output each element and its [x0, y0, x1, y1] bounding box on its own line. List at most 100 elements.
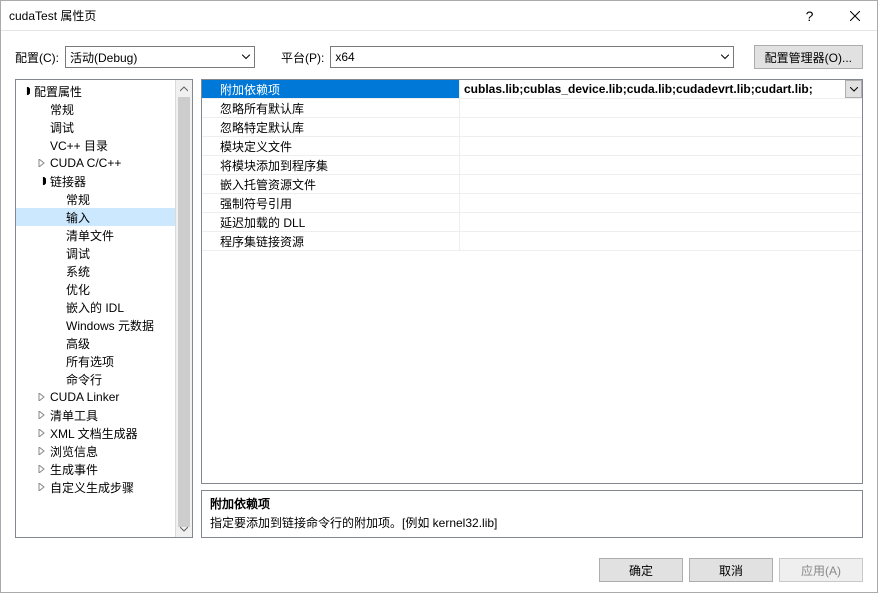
tree[interactable]: 配置属性常规调试VC++ 目录CUDA C/C++链接器常规输入清单文件调试系统… [16, 80, 175, 537]
property-name: 附加依赖项 [202, 80, 460, 98]
tree-item-label: Windows 元数据 [64, 317, 154, 334]
tree-item[interactable]: 清单工具 [16, 406, 175, 424]
config-value: 活动(Debug) [70, 49, 137, 66]
tree-item-label: CUDA C/C++ [48, 156, 121, 170]
tree-panel: 配置属性常规调试VC++ 目录CUDA C/C++链接器常规输入清单文件调试系统… [15, 79, 193, 538]
property-name: 忽略所有默认库 [202, 99, 460, 117]
tree-item[interactable]: 调试 [16, 118, 175, 136]
property-row[interactable]: 将模块添加到程序集 [202, 156, 862, 175]
tree-item[interactable]: 优化 [16, 280, 175, 298]
tree-item[interactable]: CUDA Linker [16, 388, 175, 406]
tree-item[interactable]: CUDA C/C++ [16, 154, 175, 172]
property-value[interactable] [460, 156, 862, 174]
tree-item-label: 清单工具 [48, 407, 98, 424]
tree-item-label: 嵌入的 IDL [64, 299, 124, 316]
dialog-window: cudaTest 属性页 ? 配置(C): 活动(Debug) 平台(P): x… [0, 0, 878, 593]
property-name: 模块定义文件 [202, 137, 460, 155]
triangle-right-icon [36, 447, 48, 455]
tree-item[interactable]: 系统 [16, 262, 175, 280]
property-row[interactable]: 忽略所有默认库 [202, 99, 862, 118]
config-manager-button[interactable]: 配置管理器(O)... [754, 45, 863, 69]
tree-item-label: CUDA Linker [48, 390, 119, 404]
tree-item-label: 浏览信息 [48, 443, 98, 460]
tree-item[interactable]: 常规 [16, 190, 175, 208]
close-button[interactable] [832, 1, 877, 31]
tree-item[interactable]: VC++ 目录 [16, 136, 175, 154]
tree-item[interactable]: 常规 [16, 100, 175, 118]
chevron-down-icon [242, 55, 250, 60]
config-row: 配置(C): 活动(Debug) 平台(P): x64 配置管理器(O)... [1, 31, 877, 79]
property-name: 程序集链接资源 [202, 232, 460, 250]
main-area: 配置属性常规调试VC++ 目录CUDA C/C++链接器常规输入清单文件调试系统… [1, 79, 877, 548]
tree-item[interactable]: 高级 [16, 334, 175, 352]
ok-button[interactable]: 确定 [599, 558, 683, 582]
tree-item-label: 调试 [64, 245, 90, 262]
property-row[interactable]: 附加依赖项cublas.lib;cublas_device.lib;cuda.l… [202, 80, 862, 99]
property-grid: 附加依赖项cublas.lib;cublas_device.lib;cuda.l… [201, 79, 863, 484]
property-value[interactable]: cublas.lib;cublas_device.lib;cuda.lib;cu… [460, 80, 862, 98]
tree-item[interactable]: 嵌入的 IDL [16, 298, 175, 316]
triangle-down-icon [36, 177, 48, 185]
property-row[interactable]: 程序集链接资源 [202, 232, 862, 251]
triangle-right-icon [36, 465, 48, 473]
description-panel: 附加依赖项 指定要添加到链接命令行的附加项。[例如 kernel32.lib] [201, 490, 863, 538]
tree-item-label: 命令行 [64, 371, 102, 388]
tree-root[interactable]: 配置属性 [16, 82, 175, 100]
chevron-down-icon [850, 87, 858, 92]
scroll-thumb[interactable] [178, 97, 190, 527]
property-value[interactable] [460, 99, 862, 117]
apply-button[interactable]: 应用(A) [779, 558, 863, 582]
tree-item[interactable]: 清单文件 [16, 226, 175, 244]
tree-item-label: 常规 [64, 191, 90, 208]
titlebar: cudaTest 属性页 ? [1, 1, 877, 31]
tree-item[interactable]: 所有选项 [16, 352, 175, 370]
tree-item-label: 高级 [64, 335, 90, 352]
help-button[interactable]: ? [787, 1, 832, 31]
tree-item-label: 清单文件 [64, 227, 114, 244]
property-value[interactable] [460, 175, 862, 193]
tree-item[interactable]: Windows 元数据 [16, 316, 175, 334]
tree-item[interactable]: 调试 [16, 244, 175, 262]
tree-item[interactable]: 生成事件 [16, 460, 175, 478]
tree-item-label: 常规 [48, 101, 74, 118]
close-icon [850, 11, 860, 21]
property-value[interactable] [460, 137, 862, 155]
chevron-down-icon [721, 55, 729, 60]
tree-item-label: 配置属性 [32, 83, 82, 100]
property-row[interactable]: 模块定义文件 [202, 137, 862, 156]
tree-item-label: 自定义生成步骤 [48, 479, 134, 496]
config-manager-label: 配置管理器(O)... [765, 49, 852, 66]
platform-combo[interactable]: x64 [330, 46, 733, 68]
property-value[interactable] [460, 213, 862, 231]
platform-label: 平台(P): [281, 49, 324, 66]
scroll-up-icon[interactable] [176, 80, 192, 97]
property-row[interactable]: 嵌入托管资源文件 [202, 175, 862, 194]
right-panel: 附加依赖项cublas.lib;cublas_device.lib;cuda.l… [201, 79, 863, 538]
tree-item[interactable]: 浏览信息 [16, 442, 175, 460]
tree-item[interactable]: 命令行 [16, 370, 175, 388]
property-row[interactable]: 忽略特定默认库 [202, 118, 862, 137]
property-rows: 附加依赖项cublas.lib;cublas_device.lib;cuda.l… [202, 80, 862, 483]
tree-item-linker[interactable]: 链接器 [16, 172, 175, 190]
property-row[interactable]: 强制符号引用 [202, 194, 862, 213]
property-row[interactable]: 延迟加载的 DLL [202, 213, 862, 232]
property-value[interactable] [460, 118, 862, 136]
triangle-right-icon [36, 159, 48, 167]
tree-item[interactable]: 自定义生成步骤 [16, 478, 175, 496]
cancel-button[interactable]: 取消 [689, 558, 773, 582]
triangle-down-icon [20, 87, 32, 95]
property-value[interactable] [460, 194, 862, 212]
config-label: 配置(C): [15, 49, 59, 66]
scroll-down-icon[interactable] [176, 520, 192, 537]
property-value[interactable] [460, 232, 862, 250]
config-combo[interactable]: 活动(Debug) [65, 46, 255, 68]
tree-item-label: 生成事件 [48, 461, 98, 478]
tree-item-input[interactable]: 输入 [16, 208, 175, 226]
property-name: 延迟加载的 DLL [202, 213, 460, 231]
property-name: 嵌入托管资源文件 [202, 175, 460, 193]
tree-item[interactable]: XML 文档生成器 [16, 424, 175, 442]
tree-item-label: 系统 [64, 263, 90, 280]
dropdown-button[interactable] [845, 80, 862, 98]
scrollbar[interactable] [175, 80, 192, 537]
triangle-right-icon [36, 483, 48, 491]
